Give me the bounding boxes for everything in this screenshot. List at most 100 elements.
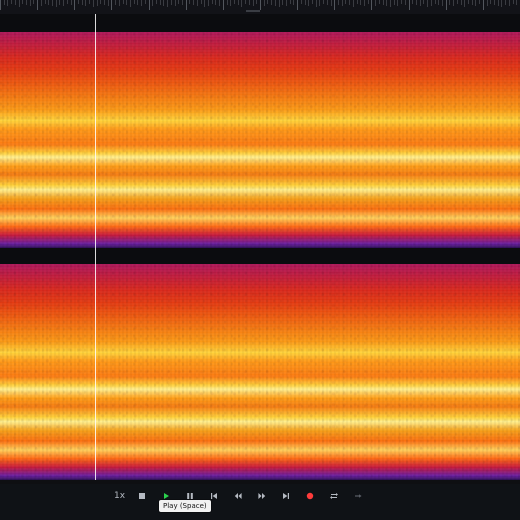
ruler-tick <box>256 0 257 4</box>
ruler-tick <box>468 0 469 4</box>
ruler-tick <box>301 0 302 4</box>
fast-forward-button[interactable] <box>255 489 269 503</box>
ruler-tick <box>357 0 358 4</box>
ruler-tick <box>171 0 172 5</box>
ruler-tick <box>342 0 343 6</box>
ruler-tick <box>71 0 72 5</box>
ruler-tick <box>241 0 242 7</box>
ruler-tick <box>427 0 428 7</box>
ruler-tick <box>97 0 98 6</box>
loop-button[interactable] <box>327 489 341 503</box>
spectrogram-channel-1[interactable] <box>0 32 520 248</box>
ruler-tick <box>431 0 432 6</box>
ruler-tick <box>297 0 298 10</box>
ruler-tick <box>45 0 46 4</box>
ruler-tick <box>115 0 116 5</box>
ruler-tick <box>293 0 294 5</box>
ruler-tick <box>245 0 246 4</box>
ruler-tick <box>275 0 276 6</box>
ruler-tick <box>130 0 131 7</box>
ruler-tick <box>238 0 239 5</box>
ruler-tick <box>178 0 179 4</box>
ruler-tick <box>52 0 53 6</box>
ruler-tick <box>26 0 27 5</box>
ruler-tick <box>74 0 75 10</box>
ruler-tick <box>371 0 372 10</box>
playhead-line[interactable] <box>95 14 96 480</box>
ruler-tick <box>505 0 506 5</box>
ruler-tick <box>175 0 176 6</box>
ruler-tick <box>167 0 168 7</box>
ruler-tick <box>260 0 261 10</box>
ruler-tick <box>197 0 198 6</box>
ruler-tick <box>134 0 135 4</box>
ruler-tick <box>67 0 68 4</box>
ruler-tick <box>41 0 42 6</box>
ruler-tick <box>475 0 476 6</box>
ruler-tick <box>383 0 384 5</box>
loop-icon <box>329 491 339 501</box>
rewind-button[interactable] <box>231 489 245 503</box>
ruler-tick <box>249 0 250 5</box>
ruler-tick <box>253 0 254 6</box>
channel-separator <box>0 248 520 264</box>
skip-to-end-button[interactable] <box>279 489 293 503</box>
ruler-tick <box>513 0 514 4</box>
ruler-tick <box>19 0 20 7</box>
ruler-tick <box>409 0 410 10</box>
ruler-tick <box>63 0 64 6</box>
ruler-tick <box>472 0 473 5</box>
ruler-tick <box>282 0 283 5</box>
ruler-tick <box>375 0 376 6</box>
ruler-tick <box>234 0 235 4</box>
time-ruler[interactable] <box>0 0 520 14</box>
ruler-tick <box>494 0 495 5</box>
ruler-tick <box>7 0 8 6</box>
ruler-tick <box>141 0 142 6</box>
spectrogram-noise-overlay <box>0 32 520 248</box>
ruler-tick <box>267 0 268 4</box>
ruler-tick <box>394 0 395 5</box>
ruler-tick <box>119 0 120 6</box>
ruler-tick <box>37 0 38 10</box>
ruler-tick <box>219 0 220 6</box>
ruler-tick <box>78 0 79 4</box>
fast-forward-icon <box>257 491 267 501</box>
ruler-tick <box>390 0 391 7</box>
ruler-tick <box>264 0 265 6</box>
ruler-tick <box>438 0 439 5</box>
ruler-tick <box>89 0 90 4</box>
play-tooltip: Play (Space) <box>159 500 211 512</box>
ruler-tick <box>316 0 317 7</box>
ruler-tick <box>305 0 306 5</box>
ruler-tick <box>308 0 309 6</box>
ruler-tick <box>379 0 380 4</box>
ruler-tick <box>345 0 346 4</box>
skip-selection-button[interactable] <box>351 489 365 503</box>
ruler-tick <box>516 0 517 5</box>
playback-speed-label[interactable]: 1x <box>114 489 125 503</box>
ruler-tick <box>104 0 105 5</box>
ruler-tick <box>93 0 94 7</box>
ruler-tick <box>111 0 112 10</box>
ruler-tick <box>338 0 339 5</box>
ruler-tick <box>487 0 488 6</box>
ruler-tick <box>446 0 447 10</box>
ruler-tick <box>334 0 335 10</box>
ruler-tick <box>186 0 187 10</box>
ruler-tick <box>22 0 23 4</box>
ruler-tick <box>48 0 49 5</box>
spectrogram-channel-2[interactable] <box>0 264 520 480</box>
stop-icon <box>137 491 147 501</box>
ruler-tick <box>286 0 287 6</box>
stop-button[interactable] <box>135 489 149 503</box>
ruler-tick <box>56 0 57 7</box>
ruler-tick <box>423 0 424 4</box>
ruler-tick <box>353 0 354 7</box>
ruler-tick <box>386 0 387 6</box>
ruler-tick <box>327 0 328 5</box>
ruler-tick <box>483 0 484 10</box>
record-button[interactable] <box>303 489 317 503</box>
ruler-tick <box>457 0 458 4</box>
skip-to-start-icon <box>209 491 219 501</box>
